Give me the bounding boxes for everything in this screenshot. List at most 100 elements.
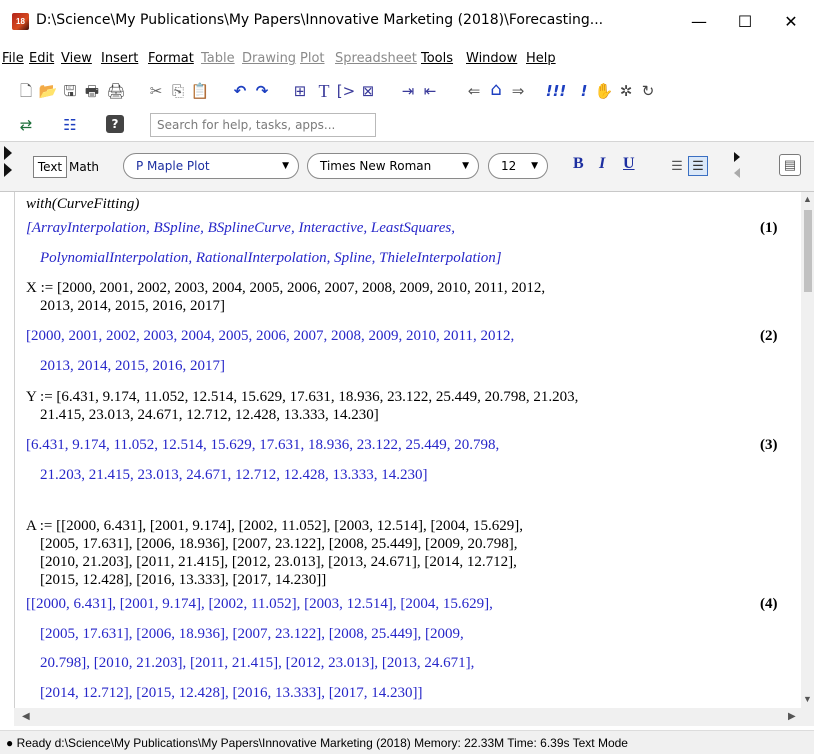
- menu-table[interactable]: Table: [201, 51, 235, 66]
- text-mode-button[interactable]: Text: [33, 156, 67, 178]
- align-left-icon[interactable]: ☰: [668, 158, 686, 174]
- input-a-line-3[interactable]: [2010, 21.203], [2011, 21.415], [2012, 2…: [40, 554, 517, 571]
- equation-label-4: (4): [760, 596, 778, 612]
- scroll-left-icon[interactable]: ◀: [22, 711, 30, 722]
- main-toolbar: 🗋 📂 🖫 🖶 🖨 ✂ ⎘ 📋 ↶ ↷ ⊞ T [> ⊠ ⇥ ⇤ ⇐ ⌂ ⇒ !…: [0, 77, 814, 105]
- equation-label-2: (2): [760, 328, 778, 344]
- collapse-left-icon[interactable]: [734, 168, 740, 178]
- menu-view[interactable]: View: [61, 51, 92, 66]
- output-3-line-2: 21.203, 21.415, 23.013, 24.671, 12.712, …: [40, 467, 428, 483]
- bold-button[interactable]: B: [573, 155, 584, 173]
- input-with-command[interactable]: with(CurveFitting): [26, 196, 139, 213]
- new-document-icon[interactable]: 🗋: [16, 81, 36, 101]
- mathematical-icon[interactable]: ⊠: [358, 81, 378, 101]
- menu-tools[interactable]: Tools: [421, 51, 453, 66]
- execute-all-icon[interactable]: !!!: [542, 81, 570, 101]
- print-preview-icon[interactable]: 🖨: [106, 81, 126, 101]
- maple-app-icon: 18: [12, 13, 29, 30]
- style-dropdown[interactable]: P Maple Plot ▼: [123, 153, 299, 179]
- menu-window[interactable]: Window: [466, 51, 517, 66]
- execution-group-icon[interactable]: [>: [336, 81, 356, 101]
- title-bar: 18 D:\Science\My Publications\My Papers\…: [0, 0, 814, 44]
- chevron-down-icon: ▼: [531, 161, 538, 171]
- output-4-line-3: 20.798], [2010, 21.203], [2011, 21.415],…: [40, 655, 475, 671]
- expand-right-icon[interactable]: [734, 152, 740, 162]
- font-label: Times New Roman: [320, 159, 432, 173]
- expand-arrow-icon[interactable]: [4, 163, 12, 177]
- redo-icon[interactable]: ↷: [252, 81, 272, 101]
- output-1-line-1: [ArrayInterpolation, BSpline, BSplineCur…: [26, 220, 455, 236]
- help-icon[interactable]: ?: [106, 115, 124, 133]
- menu-bar: File Edit View Insert Format Table Drawi…: [0, 44, 814, 72]
- input-x-line-2[interactable]: 2013, 2014, 2015, 2016, 2017]: [40, 298, 225, 315]
- palette-toggle-icon[interactable]: ▤: [779, 154, 801, 176]
- horizontal-scrollbar[interactable]: [14, 708, 814, 726]
- menu-plot[interactable]: Plot: [300, 51, 325, 66]
- collapse-arrow-icon[interactable]: [4, 146, 12, 160]
- vertical-scrollbar-thumb[interactable]: [804, 210, 812, 292]
- stop-icon[interactable]: ✋: [594, 81, 614, 101]
- font-dropdown[interactable]: Times New Roman ▼: [307, 153, 479, 179]
- search-input[interactable]: Search for help, tasks, apps...: [150, 113, 376, 137]
- menu-spreadsheet[interactable]: Spreadsheet: [335, 51, 417, 66]
- restart-icon[interactable]: ↻: [638, 81, 658, 101]
- input-y-line-1[interactable]: Y := [6.431, 9.174, 11.052, 12.514, 15.6…: [26, 389, 578, 406]
- output-4-line-2: [2005, 17.631], [2006, 18.936], [2007, 2…: [40, 626, 464, 642]
- back-icon[interactable]: ⇐: [464, 81, 484, 101]
- input-a-line-2[interactable]: [2005, 17.631], [2006, 18.936], [2007, 2…: [40, 536, 517, 553]
- menu-edit[interactable]: Edit: [29, 51, 54, 66]
- undo-icon[interactable]: ↶: [230, 81, 250, 101]
- scroll-up-icon[interactable]: ▲: [803, 194, 812, 204]
- scroll-down-icon[interactable]: ▼: [803, 694, 812, 704]
- underline-button[interactable]: U: [623, 155, 635, 173]
- maximize-button[interactable]: ☐: [722, 0, 768, 44]
- menu-insert[interactable]: Insert: [101, 51, 138, 66]
- menu-format[interactable]: Format: [148, 51, 194, 66]
- close-button[interactable]: ✕: [768, 0, 814, 44]
- save-icon[interactable]: 🖫: [60, 81, 80, 101]
- indent-icon[interactable]: ⇥: [398, 81, 418, 101]
- output-4-line-1: [[2000, 6.431], [2001, 9.174], [2002, 11…: [26, 596, 493, 612]
- menu-drawing[interactable]: Drawing: [242, 51, 296, 66]
- output-2-line-1: [2000, 2001, 2002, 2003, 2004, 2005, 200…: [26, 328, 515, 344]
- output-4-line-4: [2014, 12.712], [2015, 12.428], [2016, 1…: [40, 685, 423, 701]
- debug-icon[interactable]: ✲: [616, 81, 636, 101]
- equation-label-3: (3): [760, 437, 778, 453]
- forward-icon[interactable]: ⇒: [508, 81, 528, 101]
- output-1-line-2: PolynomialInterpolation, RationalInterpo…: [40, 250, 502, 266]
- align-center-icon[interactable]: ☰: [688, 156, 708, 176]
- font-size-dropdown[interactable]: 12 ▼: [488, 153, 548, 179]
- secondary-toolbar: ⇄ ☷ ?: [0, 110, 814, 140]
- math-mode-button[interactable]: Math: [69, 160, 99, 174]
- output-3-line-1: [6.431, 9.174, 11.052, 12.514, 15.629, 1…: [26, 437, 500, 453]
- font-size-label: 12: [501, 159, 517, 173]
- minimize-button[interactable]: —: [676, 0, 722, 44]
- add-section-icon[interactable]: ☷: [60, 115, 80, 135]
- copy-icon[interactable]: ⎘: [168, 81, 188, 101]
- input-x-line-1[interactable]: X := [2000, 2001, 2002, 2003, 2004, 2005…: [26, 280, 545, 297]
- status-text: ● Ready d:\Science\My Publications\My Pa…: [6, 736, 628, 750]
- cut-icon[interactable]: ✂: [146, 81, 166, 101]
- equation-label-1: (1): [760, 220, 778, 236]
- menu-help[interactable]: Help: [526, 51, 556, 66]
- chevron-down-icon: ▼: [462, 161, 469, 171]
- switch-icon[interactable]: ⇄: [16, 115, 36, 135]
- chevron-down-icon: ▼: [282, 161, 289, 171]
- open-folder-icon[interactable]: 📂: [38, 81, 58, 101]
- italic-button[interactable]: I: [599, 155, 605, 173]
- execute-icon[interactable]: !: [574, 81, 594, 101]
- insert-text-icon[interactable]: T: [314, 81, 334, 101]
- menu-file[interactable]: File: [2, 51, 24, 66]
- paste-icon[interactable]: 📋: [190, 81, 210, 101]
- status-bar: ● Ready d:\Science\My Publications\My Pa…: [0, 730, 814, 754]
- input-a-line-1[interactable]: A := [[2000, 6.431], [2001, 9.174], [200…: [26, 518, 523, 535]
- scroll-right-icon[interactable]: ▶: [788, 711, 796, 722]
- input-a-line-4[interactable]: [2015, 12.428], [2016, 13.333], [2017, 1…: [40, 572, 326, 589]
- input-y-line-2[interactable]: 21.415, 23.013, 24.671, 12.712, 12.428, …: [40, 407, 379, 424]
- home-icon[interactable]: ⌂: [486, 80, 506, 100]
- style-label: P Maple Plot: [136, 159, 210, 173]
- insert-math-icon[interactable]: ⊞: [290, 81, 310, 101]
- outdent-icon[interactable]: ⇤: [420, 81, 440, 101]
- print-icon[interactable]: 🖶: [82, 81, 102, 101]
- output-2-line-2: 2013, 2014, 2015, 2016, 2017]: [40, 358, 225, 374]
